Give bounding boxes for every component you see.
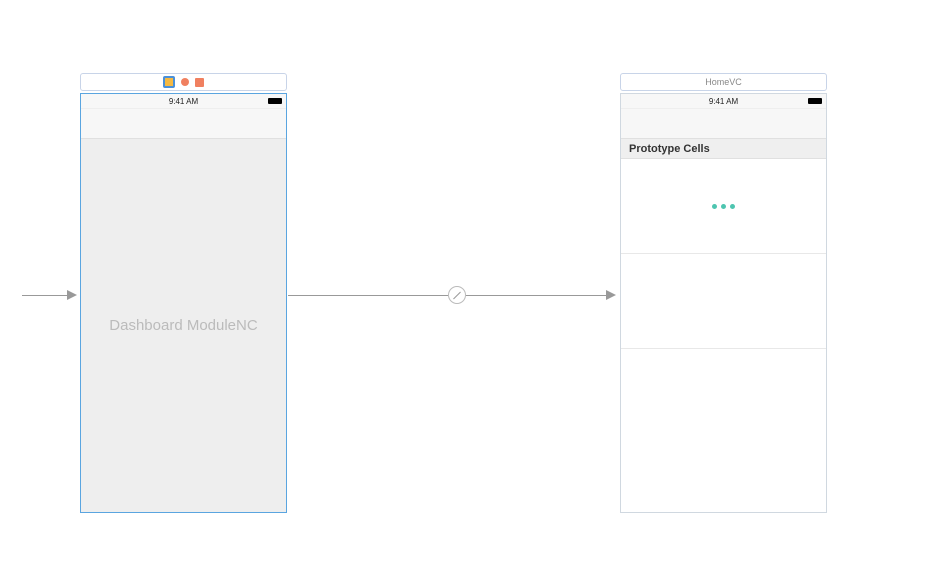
navigation-bar — [81, 109, 286, 139]
nav-controller-icon — [163, 76, 175, 88]
entry-arrow-head — [67, 290, 77, 300]
status-time: 9:41 AM — [709, 97, 738, 106]
scene-header-homevc[interactable]: HomeVC — [620, 73, 827, 91]
scene-dashboard[interactable]: 9:41 AM Dashboard ModuleNC — [80, 73, 287, 513]
table-cell-empty[interactable] — [621, 349, 826, 444]
battery-icon — [808, 98, 822, 104]
segue-indicator[interactable] — [448, 286, 466, 304]
status-bar: 9:41 AM — [621, 94, 826, 109]
battery-icon — [268, 98, 282, 104]
table-cell-loading[interactable] — [621, 159, 826, 254]
navigation-bar — [621, 109, 826, 139]
scene-header-dashboard[interactable] — [80, 73, 287, 91]
phone-frame-dashboard[interactable]: 9:41 AM Dashboard ModuleNC — [80, 93, 287, 513]
exit-icon — [195, 78, 204, 87]
segue-line-right — [466, 295, 606, 296]
table-view: Prototype Cells — [621, 139, 826, 512]
phone-frame-homevc[interactable]: 9:41 AM Prototype Cells — [620, 93, 827, 513]
first-responder-icon — [181, 78, 189, 86]
content-area: Dashboard ModuleNC — [81, 139, 286, 512]
segue-line-left — [288, 295, 448, 296]
segue-arrow-head — [606, 290, 616, 300]
scene-homevc[interactable]: HomeVC 9:41 AM Prototype Cells — [620, 73, 827, 513]
loading-dots-icon — [712, 204, 735, 209]
segue-show-icon — [453, 291, 461, 299]
entry-arrow-line — [22, 295, 67, 296]
placeholder-label: Dashboard ModuleNC — [109, 317, 257, 334]
scene-title: HomeVC — [705, 77, 742, 87]
table-cell-empty[interactable] — [621, 254, 826, 349]
prototype-cells-header: Prototype Cells — [621, 139, 826, 159]
status-time: 9:41 AM — [169, 97, 198, 106]
status-bar: 9:41 AM — [81, 94, 286, 109]
